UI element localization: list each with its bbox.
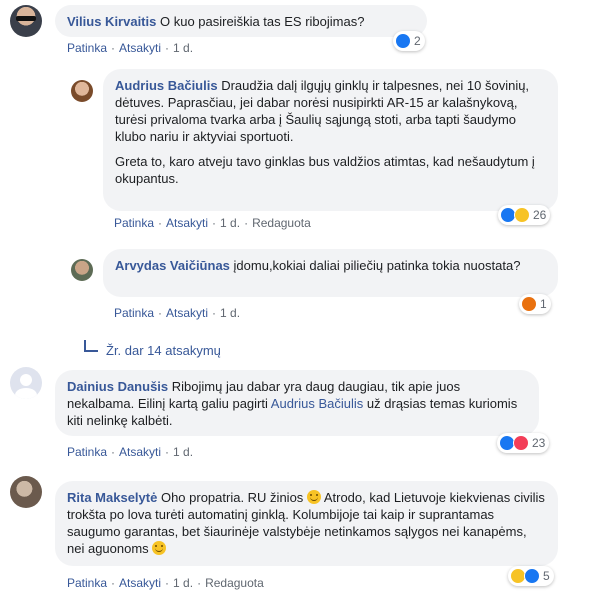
comment-actions: Patinka · Atsakyti · 1 d. · Redaguota [114,216,311,230]
like-link[interactable]: Patinka [114,306,154,320]
timestamp[interactable]: 1 d. [173,576,193,590]
angry-icon [521,296,537,312]
comment-author[interactable]: Dainius Danušis [67,379,168,394]
sad-icon [514,207,530,223]
like-link[interactable]: Patinka [67,445,107,459]
comment-author[interactable]: Rita Makselytė [67,490,157,505]
edited-label[interactable]: Redaguota [252,216,311,230]
reply-link[interactable]: Atsakyti [119,41,161,55]
like-link[interactable]: Patinka [114,216,154,230]
reply-link[interactable]: Atsakyti [166,216,208,230]
avatar[interactable] [10,367,42,399]
sunglasses [16,16,36,21]
timestamp[interactable]: 1 d. [220,216,240,230]
timestamp[interactable]: 1 d. [173,445,193,459]
reaction-summary[interactable]: 23 [497,433,550,453]
love-icon [513,435,529,451]
more-replies-link[interactable]: Žr. dar 14 atsakymų [84,340,221,358]
more-replies-label: Žr. dar 14 atsakymų [106,343,221,358]
timestamp[interactable]: 1 d. [220,306,240,320]
comment-text-2: Greta to, karo atveju tavo ginklas bus v… [115,154,535,186]
avatar[interactable] [10,476,42,508]
reply-link[interactable]: Atsakyti [119,576,161,590]
comment-text: įdomu,kokiai daliai piliečių patinka tok… [233,258,521,273]
reaction-count: 23 [532,436,546,450]
avatar[interactable] [71,259,93,281]
comment-bubble: Arvydas Vaičiūnas įdomu,kokiai daliai pi… [103,249,558,297]
reply-arrow-icon [84,340,98,352]
timestamp[interactable]: 1 d. [173,41,193,55]
reaction-summary[interactable]: 1 [519,294,551,314]
comment-bubble: Vilius Kirvaitis O kuo pasireiškia tas E… [55,5,427,37]
avatar[interactable] [71,80,93,102]
comment-actions: Patinka · Atsakyti · 1 d. · Redaguota [67,576,264,590]
like-link[interactable]: Patinka [67,41,107,55]
edited-label[interactable]: Redaguota [205,576,264,590]
reaction-count: 5 [543,569,550,583]
reaction-summary[interactable]: 5 [508,566,554,586]
comment-author[interactable]: Arvydas Vaičiūnas [115,258,230,273]
like-link[interactable]: Patinka [67,576,107,590]
reaction-summary[interactable]: 2 [393,31,425,51]
avatar[interactable] [10,5,42,37]
smile-emoji-icon [152,541,167,555]
comment-actions: Patinka · Atsakyti · 1 d. [67,41,194,55]
comment-text: O kuo pasireiškia tas ES ribojimas? [159,14,365,29]
mention-link[interactable]: Audrius Bačiulis [271,396,364,411]
like-icon [395,33,411,49]
comment-actions: Patinka · Atsakyti · 1 d. [114,306,241,320]
like-icon [524,568,540,584]
comment-bubble: Audrius Bačiulis Draudžia dalį ilgųjų gi… [103,69,558,211]
comment-actions: Patinka · Atsakyti · 1 d. [67,445,194,459]
comment-bubble: Dainius Danušis Ribojimų jau dabar yra d… [55,370,539,436]
reaction-count: 26 [533,208,547,222]
reaction-count: 2 [414,34,421,48]
reaction-count: 1 [540,297,547,311]
reply-link[interactable]: Atsakyti [119,445,161,459]
comment-author[interactable]: Vilius Kirvaitis [67,14,156,29]
comment-text: Oho propatria. RU žinios [160,490,304,505]
comment-author[interactable]: Audrius Bačiulis [115,78,218,93]
smile-emoji-icon [306,490,321,504]
reaction-summary[interactable]: 26 [498,205,551,225]
comment-bubble: Rita Makselytė Oho propatria. RU žinios … [55,481,558,566]
reply-link[interactable]: Atsakyti [166,306,208,320]
